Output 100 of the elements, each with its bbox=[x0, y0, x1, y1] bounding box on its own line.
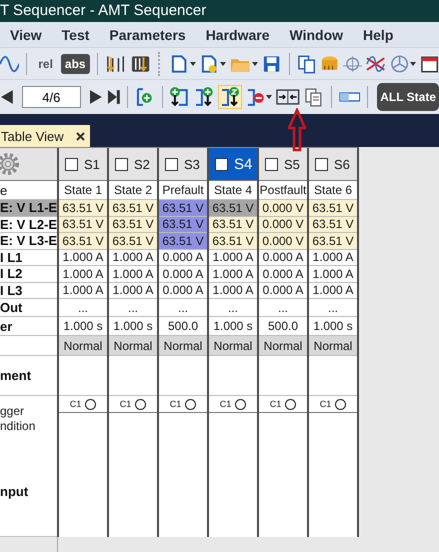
checkbox[interactable] bbox=[165, 158, 178, 170]
table-cell[interactable]: 1.000 s bbox=[109, 317, 157, 336]
table-cell[interactable]: Normal bbox=[59, 336, 107, 356]
table-cell[interactable]: 1.000 A bbox=[59, 250, 107, 266]
table-cell[interactable]: State 6 bbox=[309, 181, 357, 200]
radio-button[interactable] bbox=[135, 398, 146, 410]
table-cell[interactable]: 1.000 s bbox=[309, 317, 357, 336]
checkbox[interactable] bbox=[115, 158, 128, 170]
table-cell[interactable]: 1.000 A bbox=[309, 266, 357, 282]
menu-item[interactable]: Window bbox=[290, 26, 344, 42]
table-cell[interactable]: 63.51 V bbox=[109, 216, 157, 233]
table-cell[interactable]: 0.000 A bbox=[259, 266, 307, 282]
menu-item[interactable]: Test bbox=[62, 26, 90, 42]
trigger-condition[interactable]: C1 bbox=[159, 396, 207, 413]
radio-button[interactable] bbox=[85, 398, 96, 410]
table-cell[interactable]: Postfault bbox=[259, 181, 307, 200]
table-cell[interactable]: Normal bbox=[109, 336, 157, 356]
caret-icon[interactable] bbox=[220, 62, 226, 66]
empty-cell[interactable] bbox=[109, 356, 157, 396]
radio-button[interactable] bbox=[335, 398, 346, 410]
table-cell[interactable]: 1.000 A bbox=[309, 250, 357, 266]
table-cell[interactable]: 63.51 V bbox=[59, 200, 107, 216]
state-column-header[interactable]: S6 bbox=[309, 148, 357, 181]
table-cell[interactable]: 63.51 V bbox=[309, 216, 357, 233]
table-cell[interactable]: Normal bbox=[259, 336, 307, 356]
caret-icon[interactable] bbox=[410, 62, 416, 66]
table-cell[interactable]: ... bbox=[309, 299, 357, 317]
position-field[interactable]: 4/6 bbox=[22, 86, 81, 108]
empty-cell[interactable] bbox=[309, 356, 357, 396]
table-cell[interactable]: 1.000 A bbox=[309, 282, 357, 299]
toolbar-button[interactable]: rel bbox=[34, 54, 57, 74]
gear-icon[interactable] bbox=[0, 152, 22, 176]
caret-icon[interactable] bbox=[266, 95, 272, 99]
table-cell[interactable]: 1.000 A bbox=[109, 282, 157, 299]
table-cell[interactable]: ... bbox=[159, 299, 207, 317]
table-cell[interactable]: 1.000 A bbox=[209, 282, 257, 299]
zero-state-button[interactable] bbox=[218, 85, 242, 109]
table-cell[interactable]: 0.000 A bbox=[159, 282, 207, 299]
table-cell[interactable]: 1.000 s bbox=[59, 317, 107, 336]
table-cell[interactable]: 63.51 V bbox=[309, 200, 357, 216]
table-cell[interactable]: 63.51 V bbox=[209, 216, 257, 233]
close-icon[interactable] bbox=[76, 132, 85, 140]
table-cell[interactable]: State 2 bbox=[109, 181, 157, 200]
table-view-tab[interactable]: Table View bbox=[0, 125, 90, 147]
table-cell[interactable]: 63.51 V bbox=[109, 233, 157, 250]
table-cell[interactable]: 1.000 A bbox=[59, 266, 107, 282]
caret-icon[interactable] bbox=[252, 62, 258, 66]
state-column-header[interactable]: S4 bbox=[209, 148, 257, 181]
state-column-header[interactable]: S5 bbox=[259, 148, 307, 181]
trigger-condition[interactable]: C1 bbox=[309, 396, 357, 413]
checkbox[interactable] bbox=[265, 158, 278, 170]
empty-cell[interactable] bbox=[209, 356, 257, 396]
checkbox[interactable] bbox=[65, 158, 78, 170]
table-cell[interactable]: 0.000 V bbox=[259, 233, 307, 250]
table-cell[interactable]: 63.51 V bbox=[109, 200, 157, 216]
table-cell[interactable]: 1.000 s bbox=[209, 317, 257, 336]
table-cell[interactable]: 0.000 A bbox=[159, 266, 207, 282]
radio-button[interactable] bbox=[235, 398, 246, 410]
table-cell[interactable]: 63.51 V bbox=[159, 233, 207, 250]
table-cell[interactable]: 0.000 V bbox=[259, 216, 307, 233]
radio-button[interactable] bbox=[185, 398, 196, 410]
table-cell[interactable]: Prefault bbox=[159, 181, 207, 200]
table-cell[interactable]: 63.51 V bbox=[59, 216, 107, 233]
table-cell[interactable]: 0.000 A bbox=[259, 250, 307, 266]
table-cell[interactable]: 1.000 A bbox=[59, 282, 107, 299]
table-cell[interactable]: ... bbox=[109, 299, 157, 317]
table-cell[interactable]: 0.000 A bbox=[259, 282, 307, 299]
table-cell[interactable]: Normal bbox=[159, 336, 207, 356]
table-cell[interactable]: 0.000 V bbox=[259, 200, 307, 216]
trigger-condition[interactable]: C1 bbox=[109, 396, 157, 413]
trigger-condition[interactable]: C1 bbox=[209, 396, 257, 413]
menu-item[interactable]: Help bbox=[363, 26, 394, 42]
menu-item[interactable]: Parameters bbox=[109, 26, 186, 42]
table-cell[interactable]: 500.0 bbox=[259, 317, 307, 336]
empty-cell[interactable] bbox=[259, 356, 307, 396]
table-cell[interactable]: 63.51 V bbox=[209, 233, 257, 250]
radio-button[interactable] bbox=[285, 398, 296, 410]
menu-item[interactable]: View bbox=[10, 26, 42, 42]
checkbox[interactable] bbox=[315, 158, 328, 170]
table-cell[interactable]: Normal bbox=[309, 336, 357, 356]
table-cell[interactable]: 63.51 V bbox=[159, 200, 207, 216]
state-column-header[interactable]: S3 bbox=[159, 148, 207, 181]
checkbox[interactable] bbox=[215, 158, 228, 170]
table-cell[interactable]: 1.000 A bbox=[209, 250, 257, 266]
table-cell[interactable]: 1.000 A bbox=[109, 266, 157, 282]
table-cell[interactable]: 500.0 bbox=[159, 317, 207, 336]
all-state-button[interactable]: ALL State bbox=[377, 83, 439, 111]
table-cell[interactable]: ... bbox=[209, 299, 257, 317]
table-cell[interactable]: 63.51 V bbox=[309, 233, 357, 250]
trigger-condition[interactable]: C1 bbox=[59, 396, 107, 413]
table-cell[interactable]: State 4 bbox=[209, 181, 257, 200]
toolbar-button[interactable]: abs bbox=[60, 54, 90, 74]
menu-item[interactable]: Hardware bbox=[206, 26, 270, 42]
table-cell[interactable]: 63.51 V bbox=[159, 216, 207, 233]
state-column-header[interactable]: S2 bbox=[109, 148, 157, 181]
state-column-header[interactable]: S1 bbox=[59, 148, 107, 181]
empty-cell[interactable] bbox=[159, 356, 207, 396]
table-cell[interactable]: 0.000 A bbox=[159, 250, 207, 266]
table-cell[interactable]: 63.51 V bbox=[59, 233, 107, 250]
table-cell[interactable]: 1.000 A bbox=[109, 250, 157, 266]
